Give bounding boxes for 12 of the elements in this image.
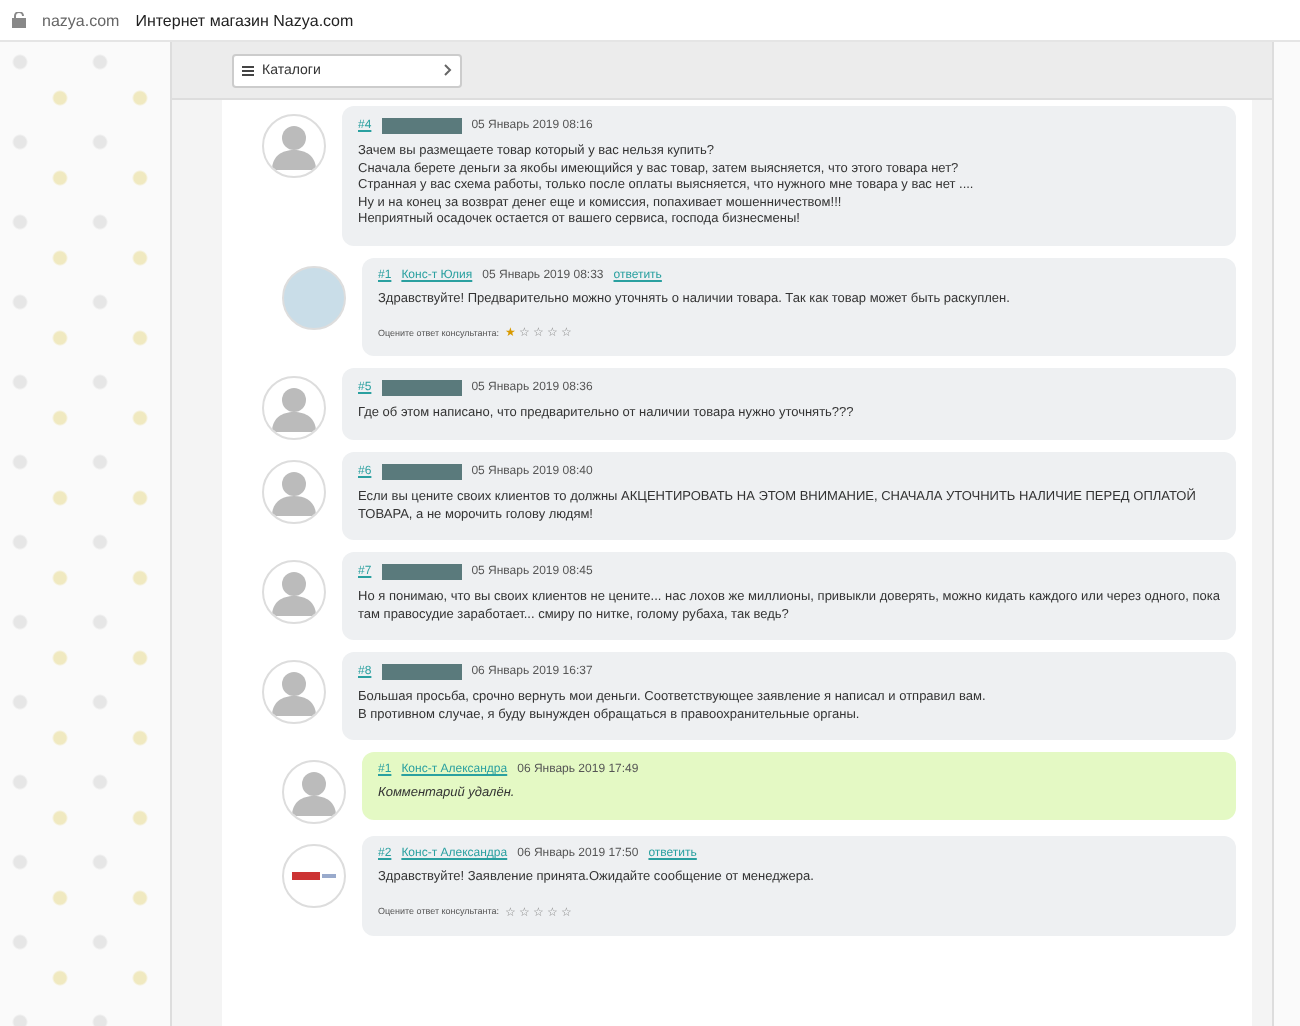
domain-text: nazya.com (42, 11, 120, 29)
menu-icon (242, 65, 254, 75)
person-silhouette-icon (292, 768, 336, 816)
person-silhouette-icon (272, 122, 316, 170)
lock-icon (12, 12, 26, 28)
page-title: Интернет магазин Nazya.com (135, 11, 354, 29)
chevron-icon (444, 64, 452, 76)
person-silhouette-icon (272, 668, 316, 716)
person-silhouette-icon (272, 468, 316, 516)
person-silhouette-icon (272, 384, 316, 432)
person-silhouette-icon (272, 568, 316, 616)
logo-icon (292, 871, 336, 881)
